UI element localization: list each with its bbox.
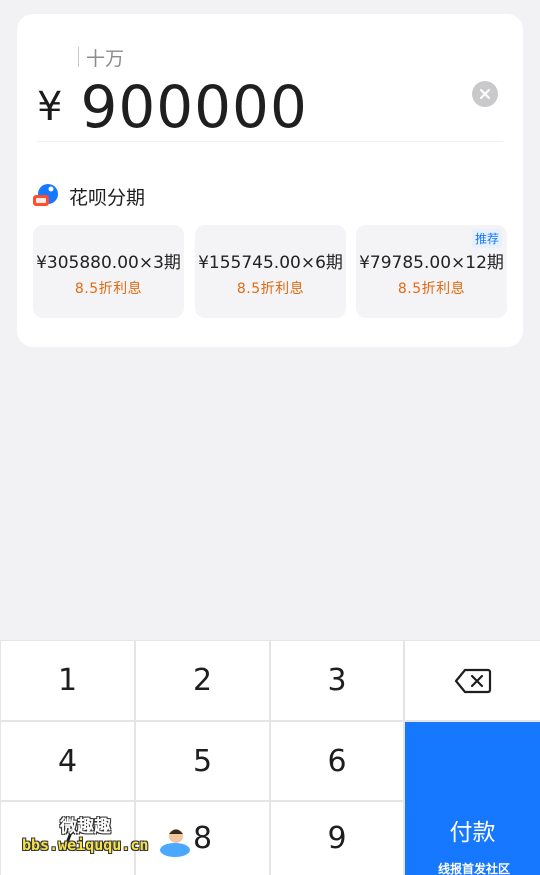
- key-6[interactable]: 6: [271, 722, 403, 800]
- plan-rate: 8.5折利息: [236, 281, 305, 297]
- amount-value: 900000: [80, 73, 308, 141]
- watermark-right-text: 线报首发社区: [438, 862, 511, 875]
- plan-amount: ¥79785.00×12期: [359, 253, 504, 273]
- watermark-logo: 微趣趣 bbs.weiququ.cn: [22, 812, 202, 862]
- amount-unit-hint: 十万: [78, 46, 125, 70]
- amount-input[interactable]: ¥ 900000: [37, 72, 308, 142]
- plan-amount: ¥155745.00×6期: [198, 253, 343, 273]
- key-5[interactable]: 5: [136, 722, 269, 800]
- installment-plans: ¥305880.00×3期 8.5折利息 ¥155745.00×6期 8.5折利…: [33, 225, 507, 318]
- currency-symbol: ¥: [37, 84, 63, 130]
- unit-hint-text: 十万: [86, 47, 125, 70]
- installment-title: 花呗分期: [69, 186, 146, 209]
- pay-button-label: 付款: [449, 820, 496, 846]
- clear-amount-button[interactable]: [472, 81, 498, 107]
- pay-button[interactable]: 付款: [405, 722, 540, 875]
- key-2[interactable]: 2: [136, 641, 269, 720]
- watermark-url: bbs.weiququ.cn: [22, 836, 149, 854]
- plan-12-periods[interactable]: 推荐 ¥79785.00×12期 8.5折利息: [356, 225, 507, 318]
- close-icon: [480, 89, 490, 99]
- plan-rate: 8.5折利息: [74, 281, 143, 297]
- plan-3-periods[interactable]: ¥305880.00×3期 8.5折利息: [33, 225, 184, 318]
- key-4[interactable]: 4: [1, 722, 134, 800]
- key-9[interactable]: 9: [271, 802, 403, 875]
- watermark-figure-icon: [160, 829, 190, 857]
- plan-rate: 8.5折利息: [397, 281, 466, 297]
- installment-header: 花呗分期: [33, 182, 145, 210]
- backspace-icon: [454, 668, 491, 693]
- huabei-logo-icon: [33, 183, 59, 209]
- amount-card: 十万 ¥ 900000 花呗分期 ¥305880.00×3期 8.5折利息 ¥1…: [17, 14, 523, 347]
- key-1[interactable]: 1: [1, 641, 134, 720]
- recommended-badge: 推荐: [471, 229, 502, 248]
- backspace-button[interactable]: [405, 641, 540, 720]
- plan-amount: ¥305880.00×3期: [36, 253, 181, 273]
- watermark-cn-text: 微趣趣: [60, 817, 111, 837]
- key-3[interactable]: 3: [271, 641, 403, 720]
- divider: [37, 141, 503, 142]
- input-cursor: [78, 47, 79, 67]
- plan-6-periods[interactable]: ¥155745.00×6期 8.5折利息: [195, 225, 346, 318]
